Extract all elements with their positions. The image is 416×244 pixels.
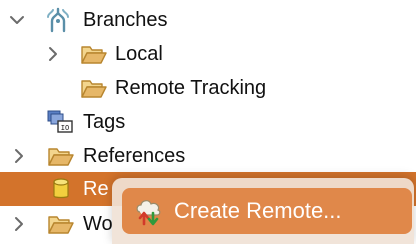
chevron-right-icon[interactable] (10, 147, 28, 165)
tree-item-tags[interactable]: IO Tags (0, 105, 416, 139)
svg-text:IO: IO (61, 124, 69, 132)
chevron-right-icon[interactable] (10, 215, 28, 233)
tree-item-references[interactable]: References (0, 139, 416, 173)
folder-open-icon (48, 216, 74, 234)
folder-open-icon (81, 80, 107, 98)
branches-icon (47, 7, 69, 33)
tree-item-label: Remote Tracking (115, 77, 267, 99)
tags-icon: IO (47, 110, 73, 133)
tree-item-label: Re (83, 178, 109, 200)
tree-item-branches[interactable]: Branches (0, 3, 416, 37)
create-remote-menu-item[interactable]: Create Remote... (122, 188, 412, 234)
tree-item-label: Local (115, 43, 163, 65)
chevron-right-icon[interactable] (44, 45, 62, 63)
folder-open-icon (48, 148, 74, 166)
menu-item-label: Create Remote... (174, 198, 342, 223)
context-menu: Create Remote... (112, 178, 414, 244)
repository-tree: Branches Local Remote Tracking IO Tags R… (0, 0, 416, 244)
tree-item-label: References (83, 145, 186, 167)
database-icon (53, 178, 69, 199)
tree-item-remote-tracking[interactable]: Remote Tracking (0, 71, 416, 105)
tree-item-local[interactable]: Local (0, 37, 416, 71)
tree-item-label: Tags (83, 111, 126, 133)
chevron-down-icon[interactable] (8, 11, 26, 29)
tree-item-label: Branches (83, 9, 168, 31)
tree-item-label: Wo (83, 213, 113, 235)
folder-open-icon (81, 46, 107, 64)
create-remote-icon (136, 200, 161, 226)
